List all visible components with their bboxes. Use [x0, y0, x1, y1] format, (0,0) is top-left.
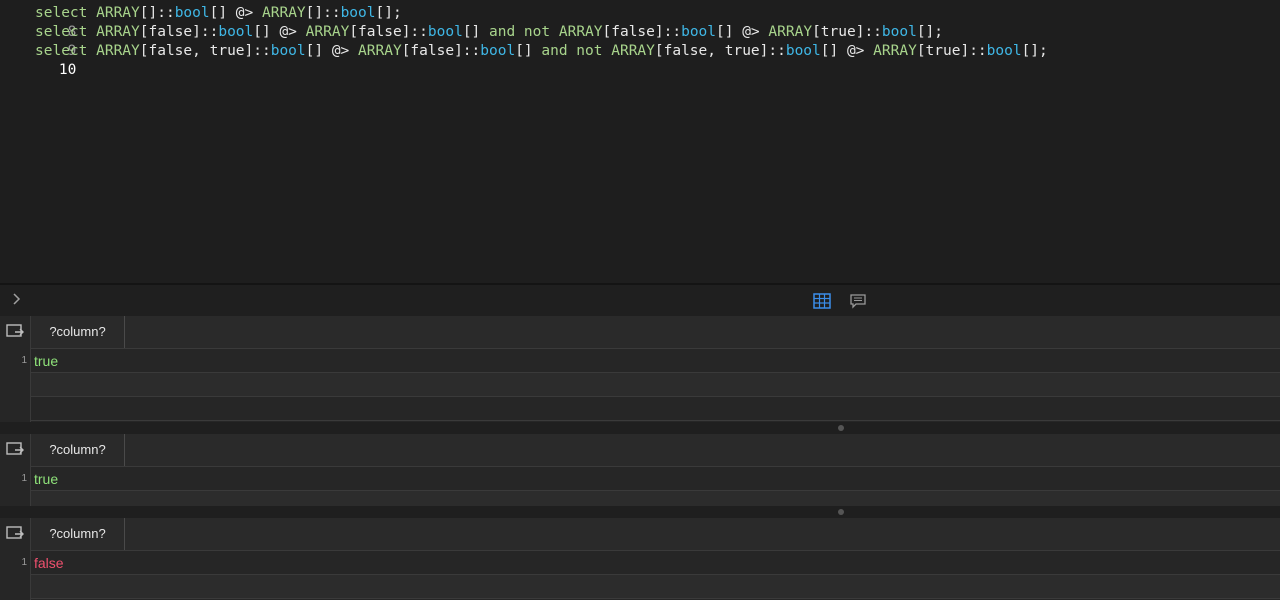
- result-header: ?column?: [31, 316, 1280, 349]
- code-token: and not: [541, 43, 612, 59]
- empty-row: [31, 397, 1280, 421]
- code-token: bool: [986, 43, 1022, 59]
- code-token: [];: [916, 24, 944, 40]
- code-token: [true]::: [916, 43, 987, 59]
- table-row[interactable]: true: [31, 467, 1280, 491]
- result-header: ?column?: [31, 434, 1280, 467]
- code-token: []::: [305, 5, 341, 21]
- code-text[interactable]: select ARRAY[]::bool[] @> ARRAY[]::bool[…: [35, 4, 402, 23]
- result-cell[interactable]: false: [34, 551, 64, 575]
- panel-splitter[interactable]: [0, 422, 1280, 434]
- row-number: 1: [21, 355, 27, 366]
- result-sidebar: 1: [0, 518, 31, 600]
- code-token: [] @>: [820, 43, 874, 59]
- code-token: bool: [785, 43, 821, 59]
- code-token: ARRAY: [768, 24, 813, 40]
- result-cell[interactable]: true: [34, 349, 58, 373]
- code-token: ARRAY: [262, 5, 306, 21]
- table-row[interactable]: true: [31, 349, 1280, 373]
- result-panel-2: 1 ?column? true: [0, 434, 1280, 506]
- splitter-handle[interactable]: [838, 425, 844, 431]
- line-number-current: 10: [58, 62, 77, 78]
- pin-result-icon[interactable]: [6, 525, 26, 543]
- code-token: bool: [218, 24, 254, 40]
- code-token: ARRAY: [96, 5, 140, 21]
- empty-row: [31, 373, 1280, 397]
- code-token: [] @>: [716, 24, 769, 40]
- row-number: 1: [21, 473, 27, 484]
- result-sidebar: 1: [0, 434, 31, 506]
- pin-result-icon[interactable]: [6, 323, 26, 341]
- code-token: [] @>: [253, 24, 306, 40]
- code-line-8[interactable]: 8 select ARRAY[]::bool[] @> ARRAY[]::boo…: [0, 4, 402, 40]
- column-header[interactable]: ?column?: [31, 518, 125, 550]
- result-header: ?column?: [31, 518, 1280, 551]
- code-token: ARRAY: [873, 43, 917, 59]
- code-token: ARRAY: [358, 43, 402, 59]
- text-output-icon[interactable]: [849, 293, 867, 309]
- empty-row: [31, 575, 1280, 599]
- result-sidebar: 1: [0, 316, 31, 422]
- pin-result-icon[interactable]: [6, 441, 26, 459]
- code-token: bool: [881, 24, 917, 40]
- result-panel-1: 1 ?column? true: [0, 316, 1280, 422]
- code-token: [false]::: [401, 43, 481, 59]
- code-token: [];: [1021, 43, 1048, 59]
- code-line-10[interactable]: 10 select ARRAY[false, true]::bool[] @> …: [0, 42, 1048, 78]
- code-token: [];: [375, 5, 402, 21]
- code-token: bool: [480, 43, 516, 59]
- code-token: []: [462, 24, 490, 40]
- result-cell[interactable]: true: [34, 467, 58, 491]
- column-header[interactable]: ?column?: [31, 434, 125, 466]
- code-token: []::: [139, 5, 175, 21]
- code-token: [false]::: [139, 24, 219, 40]
- splitter-handle[interactable]: [838, 509, 844, 515]
- code-line-9[interactable]: 9 select ARRAY[false]::bool[] @> ARRAY[f…: [0, 23, 943, 59]
- code-token: ARRAY: [611, 43, 655, 59]
- code-token: ARRAY: [96, 24, 140, 40]
- code-token: [false, true]::: [654, 43, 786, 59]
- code-token: select: [35, 43, 97, 59]
- sql-editor[interactable]: 8 select ARRAY[]::bool[] @> ARRAY[]::boo…: [0, 0, 1280, 283]
- code-text[interactable]: select ARRAY[false, true]::bool[] @> ARR…: [35, 42, 1048, 61]
- code-token: bool: [174, 5, 210, 21]
- row-number: 1: [21, 557, 27, 568]
- code-token: bool: [427, 24, 463, 40]
- code-token: select: [35, 24, 97, 40]
- code-text[interactable]: select ARRAY[false]::bool[] @> ARRAY[fal…: [35, 23, 943, 42]
- code-token: [] @>: [305, 43, 359, 59]
- code-token: select: [35, 5, 97, 21]
- table-row[interactable]: false: [31, 551, 1280, 575]
- code-token: [false, true]::: [139, 43, 271, 59]
- results-toolbar: [0, 283, 1280, 316]
- code-token: ARRAY: [305, 24, 350, 40]
- panel-splitter[interactable]: [0, 506, 1280, 518]
- empty-row: [31, 491, 1280, 506]
- code-token: and not: [489, 24, 559, 40]
- chevron-right-icon[interactable]: [8, 291, 24, 307]
- code-token: bool: [340, 5, 376, 21]
- code-token: bool: [681, 24, 717, 40]
- code-token: [false]::: [349, 24, 428, 40]
- column-header[interactable]: ?column?: [31, 316, 125, 348]
- code-token: [false]::: [602, 24, 682, 40]
- table-grid-icon[interactable]: [813, 293, 831, 309]
- code-token: [] @>: [209, 5, 262, 21]
- code-token: ARRAY: [558, 24, 603, 40]
- code-token: []: [515, 43, 542, 59]
- code-token: ARRAY: [96, 43, 140, 59]
- code-token: [true]::: [812, 24, 882, 40]
- query-console: 8 select ARRAY[]::bool[] @> ARRAY[]::boo…: [0, 0, 1280, 600]
- code-token: bool: [270, 43, 306, 59]
- result-panel-3: 1 ?column? false: [0, 518, 1280, 600]
